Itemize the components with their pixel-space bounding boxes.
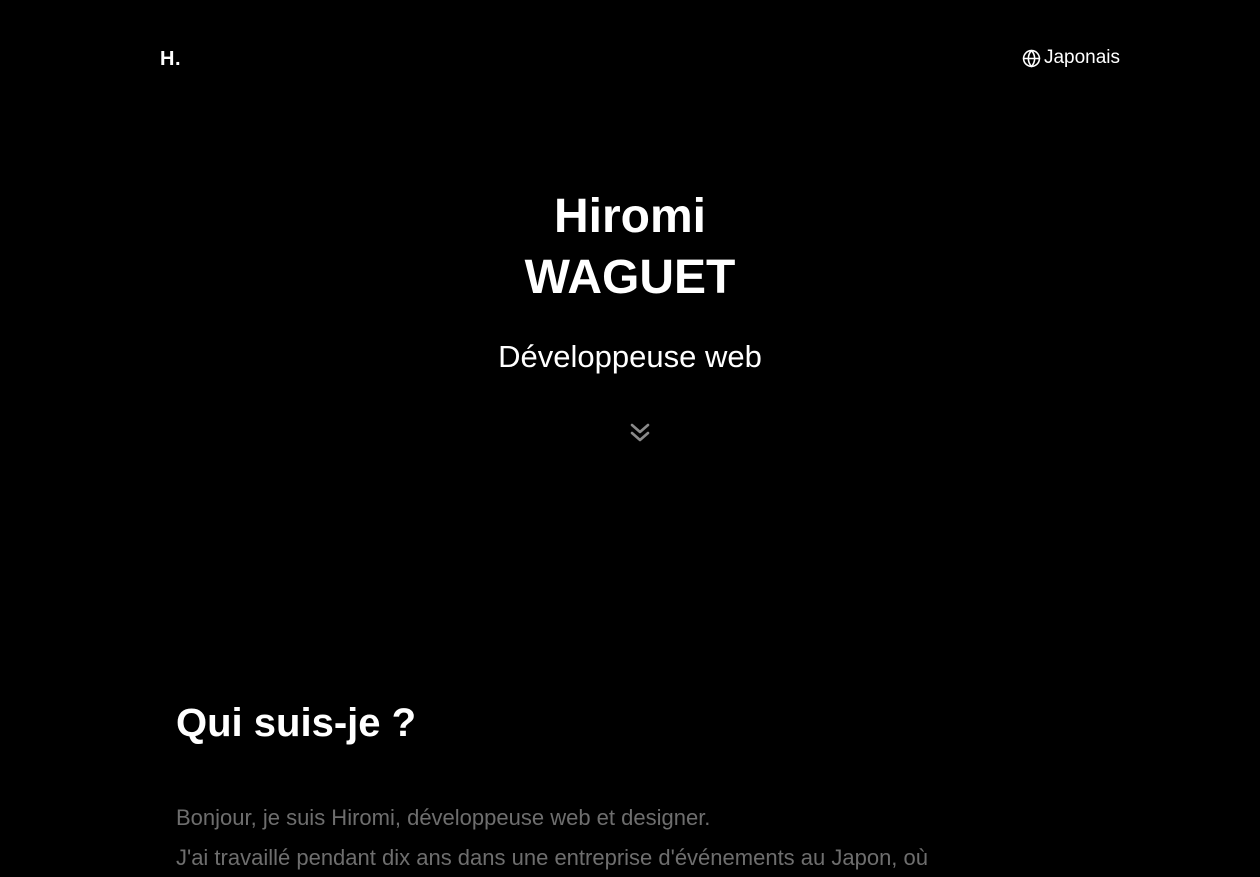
site-logo[interactable]: H. xyxy=(160,48,181,71)
about-line: J'ai travaillé pendant dix ans dans une … xyxy=(176,845,929,870)
page: H. Japonais Hiromi WAGUET Développeuse w… xyxy=(0,0,1260,877)
hero-last-name: WAGUET xyxy=(524,251,736,304)
globe-icon xyxy=(1022,49,1041,68)
about-line: Bonjour, je suis Hiromi, développeuse we… xyxy=(176,805,711,830)
language-label: Japonais xyxy=(1043,47,1120,68)
hero-role: Développeuse web xyxy=(498,339,762,374)
hero-first-name: Hiromi xyxy=(553,190,706,243)
hero-section: Hiromi WAGUET Développeuse web xyxy=(0,186,1260,375)
language-switch[interactable]: Japonais xyxy=(1022,47,1120,69)
hero-name: Hiromi WAGUET xyxy=(0,186,1260,308)
about-title: Qui suis-je ? xyxy=(176,701,417,745)
about-text: Bonjour, je suis Hiromi, développeuse we… xyxy=(176,798,1086,877)
double-chevron-down-icon[interactable] xyxy=(628,420,652,446)
